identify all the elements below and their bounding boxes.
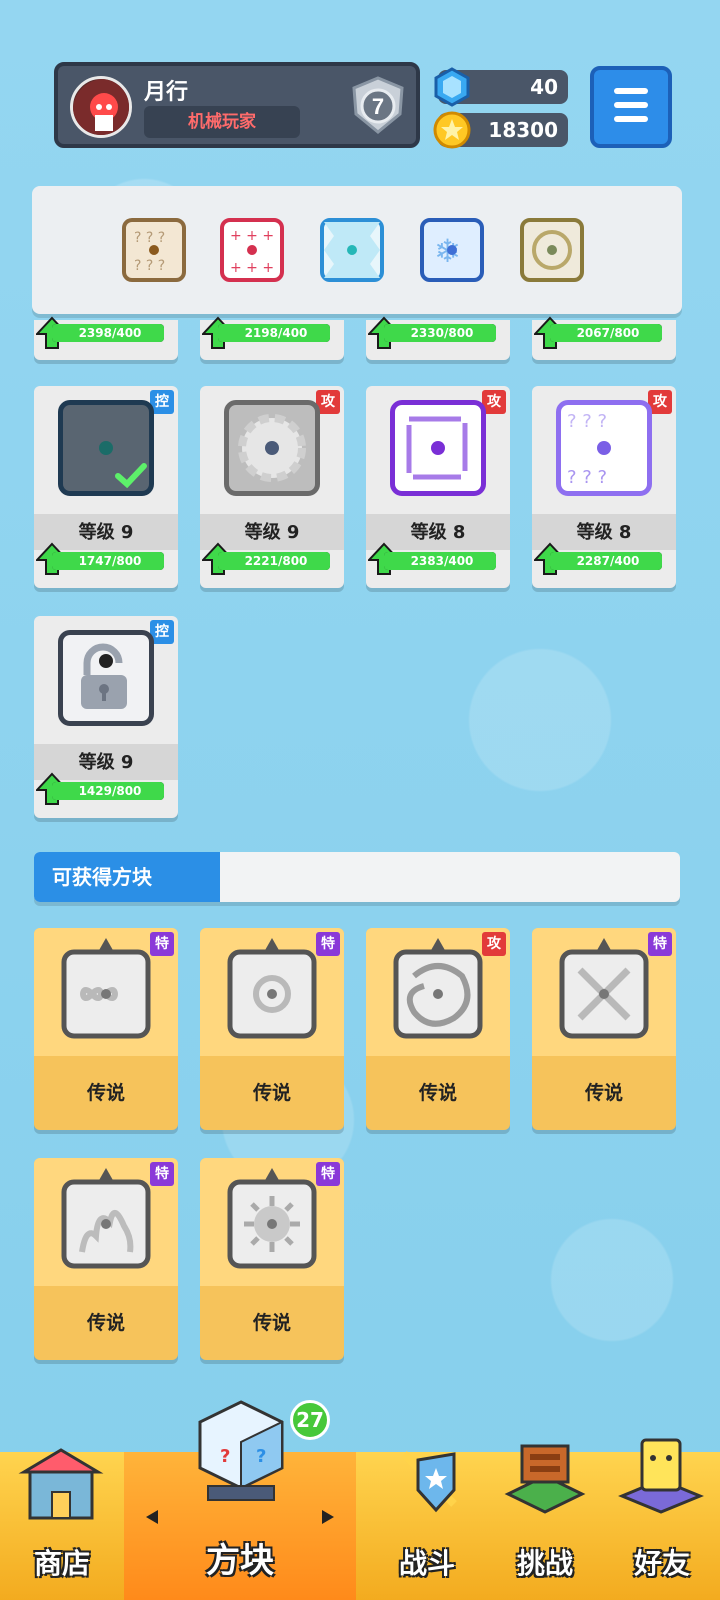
level-label: 等级 8 bbox=[576, 522, 632, 543]
nav-label: 挑战 bbox=[516, 1547, 573, 1580]
dice-card-rotate[interactable]: 攻 等级 8 2383/400 bbox=[366, 386, 510, 588]
progress-text: 1747/800 bbox=[78, 554, 142, 568]
dragon-frame-vortex-icon bbox=[393, 938, 483, 1039]
selected-check-icon bbox=[115, 463, 147, 488]
type-tag: 特 bbox=[316, 1162, 340, 1186]
rarity-label: 传说 bbox=[86, 1312, 125, 1334]
svg-text:? ? ?: ? ? ? bbox=[134, 258, 165, 274]
rarity-label: 传说 bbox=[584, 1082, 623, 1104]
nav-dice[interactable]: ? ? 方块 bbox=[124, 1400, 356, 1600]
card-partial[interactable]: 2398/400 bbox=[34, 316, 178, 360]
legendary-card[interactable]: 特 传说 bbox=[200, 1158, 344, 1360]
rank-number: 7 bbox=[372, 94, 384, 119]
nav-challenge[interactable]: 挑战 bbox=[486, 1444, 604, 1600]
dragon-frame-flame-icon bbox=[61, 1168, 151, 1269]
dice-art bbox=[390, 400, 486, 496]
level-label: 等级 9 bbox=[78, 752, 134, 773]
progress-text: 2287/400 bbox=[576, 554, 640, 568]
dragon-frame-sun-icon bbox=[227, 1168, 317, 1269]
legendary-card[interactable]: 攻 传说 bbox=[366, 928, 510, 1130]
section-title: 可获得方块 bbox=[34, 852, 220, 902]
legendary-card[interactable]: 特 传说 bbox=[532, 928, 676, 1130]
progress-text: 2221/800 bbox=[244, 554, 308, 568]
progress-text: 2067/800 bbox=[576, 326, 640, 340]
nav-label: 战斗 bbox=[398, 1547, 455, 1580]
player-title: 机械玩家 bbox=[144, 106, 300, 138]
friends-character-icon bbox=[618, 1438, 704, 1514]
dragon-frame-infinity-icon bbox=[61, 938, 151, 1039]
dice-art bbox=[58, 630, 154, 726]
svg-text:+ + +: + + + bbox=[230, 228, 274, 244]
nav-prev-arrow-icon[interactable] bbox=[144, 1508, 160, 1526]
shop-icon bbox=[18, 1448, 104, 1520]
bottom-navigation: 商店 ? ? 方块 战斗 挑战 好友 bbox=[0, 1400, 720, 1600]
gem-icon bbox=[432, 67, 472, 107]
equipped-deck-panel: ? ? ? ? ? ? + + + + + + ❄ bbox=[32, 186, 682, 314]
deck-die-crit[interactable]: + + + + + + bbox=[220, 218, 284, 282]
nav-label: 方块 bbox=[206, 1541, 274, 1581]
battle-sword-shield-icon bbox=[401, 1451, 457, 1513]
level-label: 等级 9 bbox=[244, 522, 300, 543]
coin-icon bbox=[432, 110, 472, 150]
type-tag: 特 bbox=[150, 932, 174, 956]
svg-text:?: ? bbox=[256, 1446, 266, 1467]
deck-die-golden[interactable] bbox=[520, 218, 584, 282]
card-partial[interactable]: 2067/800 bbox=[532, 316, 676, 360]
player-name: 月行 bbox=[144, 80, 189, 105]
menu-icon bbox=[614, 88, 648, 94]
legendary-card[interactable]: 特 传说 bbox=[34, 928, 178, 1130]
rarity-label: 传说 bbox=[418, 1082, 457, 1104]
available-dice-section-header: 可获得方块 bbox=[34, 852, 680, 902]
svg-text:+ + +: + + + bbox=[230, 260, 274, 276]
dragon-frame-swords-icon bbox=[559, 938, 649, 1039]
nav-next-arrow-icon[interactable] bbox=[320, 1508, 336, 1526]
level-label: 等级 8 bbox=[410, 522, 466, 543]
player-avatar[interactable] bbox=[70, 76, 132, 138]
rank-shield-icon: 7 bbox=[346, 74, 410, 138]
nav-battle[interactable]: 战斗 bbox=[368, 1451, 486, 1600]
dice-box-icon: ? ? bbox=[198, 1400, 284, 1501]
card-partial[interactable]: 2330/800 bbox=[366, 316, 510, 360]
svg-text:? ? ?: ? ? ? bbox=[567, 467, 607, 488]
progress-text: 2383/400 bbox=[410, 554, 474, 568]
player-profile-panel[interactable]: 月行 机械玩家 7 bbox=[54, 62, 420, 148]
legendary-card[interactable]: 特 传说 bbox=[34, 1158, 178, 1360]
progress-text: 1429/800 bbox=[78, 784, 142, 798]
dice-card-lock[interactable]: 控 等级 9 1429/800 bbox=[34, 616, 178, 818]
level-label: 等级 9 bbox=[78, 522, 134, 543]
deck-die-blizzard[interactable]: ❄ bbox=[420, 218, 484, 282]
rarity-label: 传说 bbox=[252, 1312, 291, 1334]
nav-label: 好友 bbox=[633, 1547, 690, 1580]
dragon-frame-target-icon bbox=[227, 938, 317, 1039]
progress-text: 2398/400 bbox=[78, 326, 142, 340]
progress-text: 2198/400 bbox=[244, 326, 308, 340]
dice-notification-badge: 27 bbox=[290, 1400, 330, 1440]
nav-label: 商店 bbox=[33, 1547, 90, 1580]
challenge-sign-icon bbox=[504, 1444, 586, 1514]
type-tag: 特 bbox=[150, 1162, 174, 1186]
deck-die-mystery[interactable]: ? ? ? ? ? ? bbox=[122, 218, 186, 282]
progress-text: 2330/800 bbox=[410, 326, 474, 340]
type-tag: 特 bbox=[648, 932, 672, 956]
svg-text:? ? ?: ? ? ? bbox=[134, 230, 165, 246]
type-tag: 攻 bbox=[482, 932, 506, 956]
dice-card-cloud[interactable]: 控 等级 9 1747/800 bbox=[34, 386, 178, 588]
dice-card-gear[interactable]: 攻 等级 9 2221/800 bbox=[200, 386, 344, 588]
rarity-label: 传说 bbox=[252, 1082, 291, 1104]
rarity-label: 传说 bbox=[86, 1082, 125, 1104]
type-tag: 特 bbox=[316, 932, 340, 956]
dice-card-mystery[interactable]: 攻 ? ? ?? ? ? 等级 8 2287/400 bbox=[532, 386, 676, 588]
svg-text:?: ? bbox=[220, 1446, 230, 1467]
nav-shop[interactable]: 商店 bbox=[0, 1448, 124, 1600]
unlock-icon bbox=[81, 643, 127, 709]
card-partial[interactable]: 2198/400 bbox=[200, 316, 344, 360]
nav-friends[interactable]: 好友 bbox=[604, 1438, 720, 1600]
svg-text:? ? ?: ? ? ? bbox=[567, 411, 607, 432]
legendary-card[interactable]: 特 传说 bbox=[200, 928, 344, 1130]
dice-art: ? ? ? ? ? ? bbox=[556, 400, 652, 496]
deck-die-ice[interactable] bbox=[320, 218, 384, 282]
menu-button[interactable] bbox=[590, 66, 672, 148]
dice-art bbox=[224, 400, 320, 496]
